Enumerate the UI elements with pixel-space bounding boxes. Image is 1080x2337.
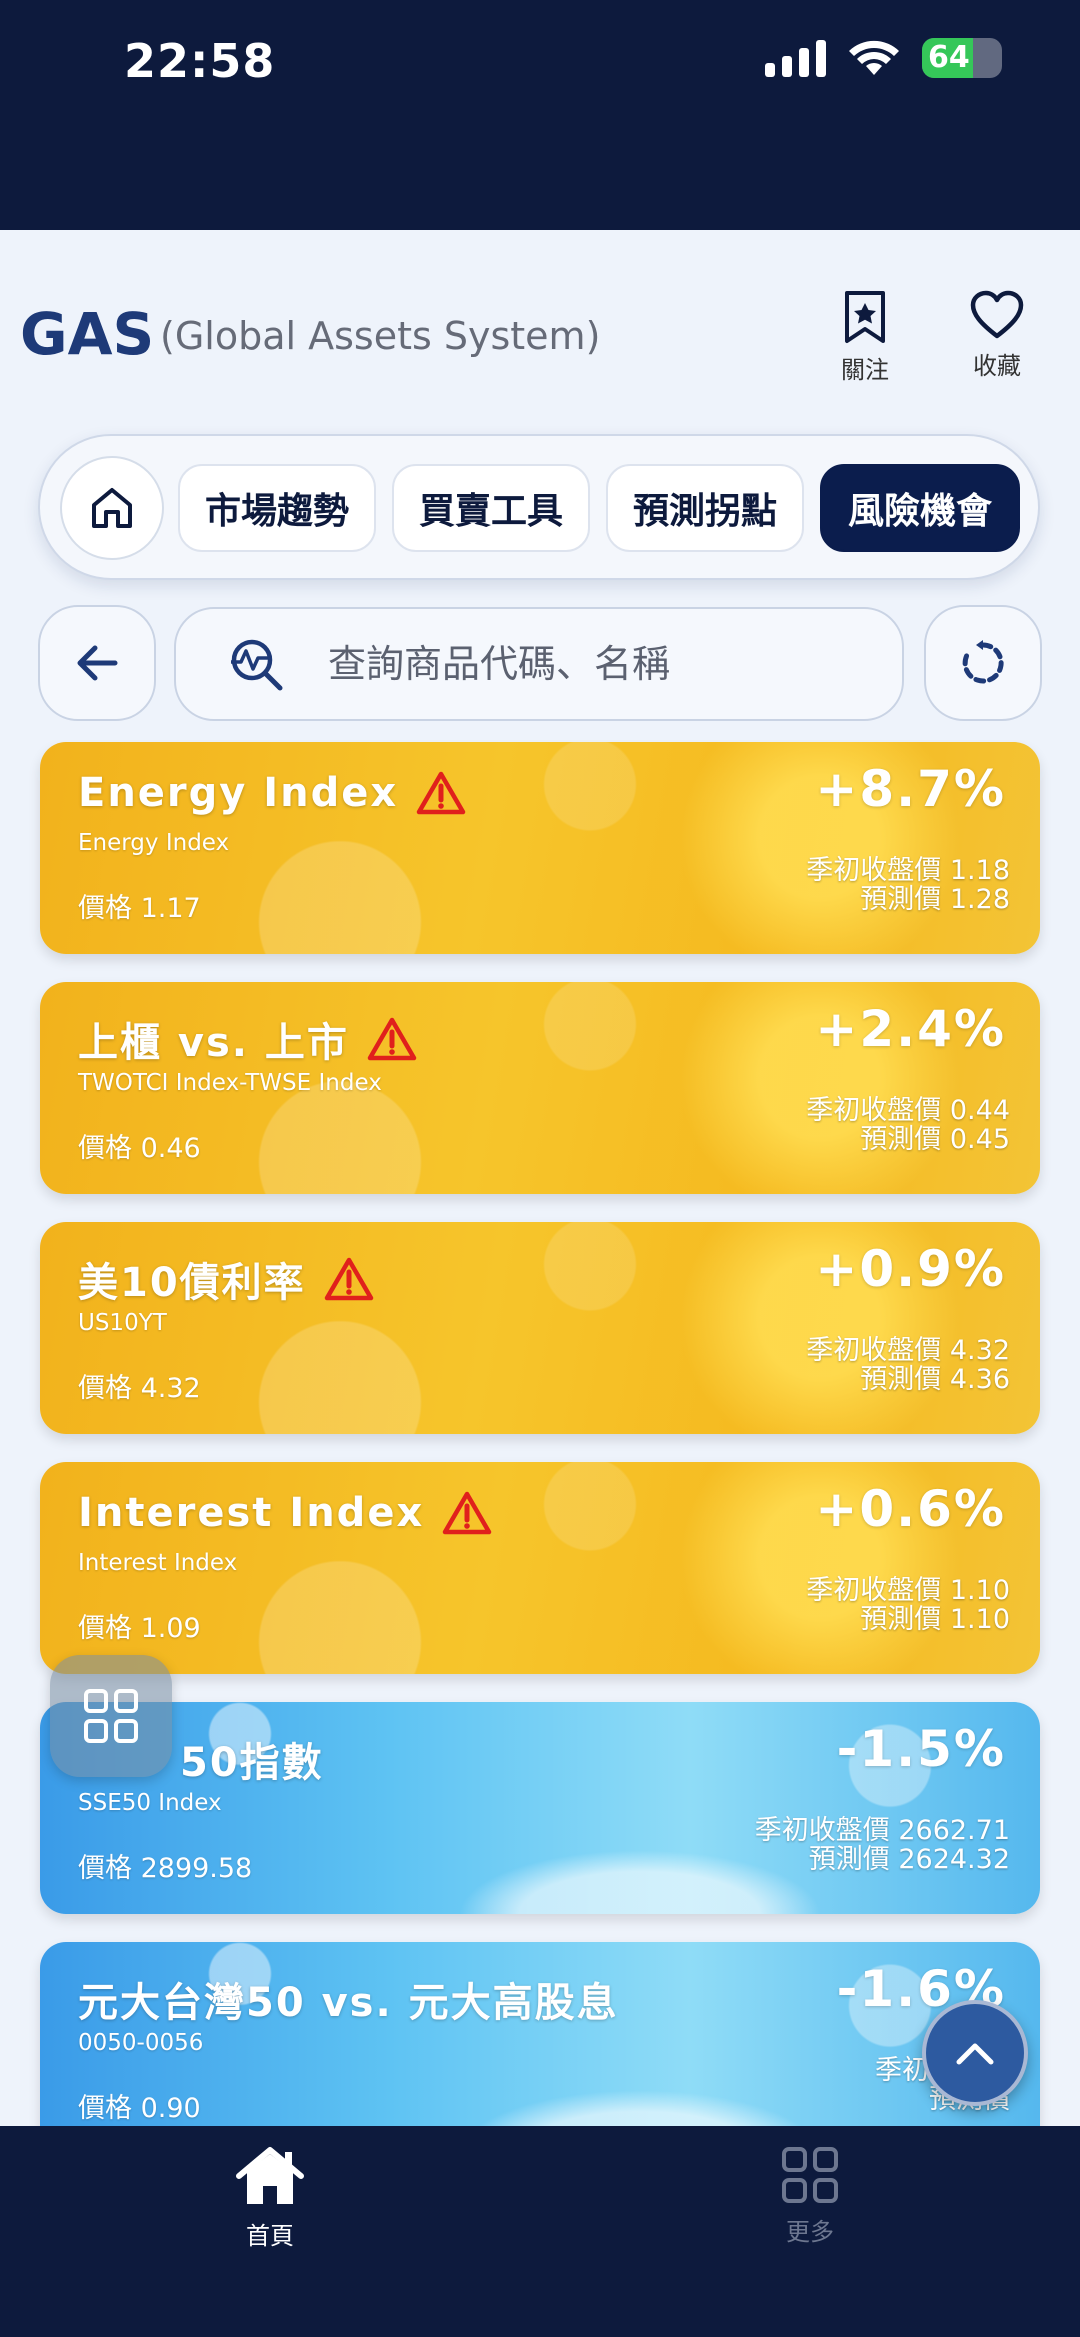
card-title: Interest Index bbox=[78, 1490, 425, 1536]
card-change: +0.9% bbox=[815, 1240, 1006, 1298]
card-code: 0050-0056 bbox=[78, 2030, 204, 2056]
card-season-close: 季初收盤價 2662.71 bbox=[754, 1815, 1010, 1846]
battery-icon: 64 bbox=[922, 38, 1002, 78]
refresh-icon bbox=[962, 640, 1004, 684]
follow-button[interactable]: 關注 bbox=[820, 290, 910, 385]
favorite-label: 收藏 bbox=[973, 352, 1021, 380]
nav-more-label: 更多 bbox=[786, 2218, 834, 2246]
status-time: 22:58 bbox=[124, 34, 276, 88]
card-forecast: 預測價 0.45 bbox=[860, 1124, 1010, 1155]
card-title-row: 元大台灣50 vs. 元大高股息 bbox=[78, 1970, 619, 2028]
card-code: Interest Index bbox=[78, 1550, 238, 1576]
card-season-close: 季初收盤價 4.32 bbox=[806, 1335, 1010, 1366]
card-title-row: 上櫃 vs. 上市 bbox=[78, 1010, 417, 1068]
card-code: US10YT bbox=[78, 1310, 167, 1336]
tab-home[interactable] bbox=[60, 456, 164, 560]
follow-label: 關注 bbox=[841, 356, 889, 384]
card-season-close: 季初收盤價 0.44 bbox=[806, 1095, 1010, 1126]
card-right-values: 季初收盤價 0.44 預測價 0.45 bbox=[806, 1096, 1010, 1154]
asset-card[interactable]: 上櫃 vs. 上市 TWOTCI Index-TWSE Index 價格 0.4… bbox=[40, 982, 1040, 1194]
search-chart-icon bbox=[231, 639, 283, 691]
warning-icon bbox=[367, 1017, 417, 1061]
card-forecast: 預測價 1.10 bbox=[860, 1604, 1010, 1635]
card-title-row: 美10債利率 bbox=[78, 1250, 374, 1308]
card-title: 美10債利率 bbox=[78, 1260, 306, 1306]
search-input[interactable] bbox=[328, 642, 828, 686]
card-title: 元大台灣50 vs. 元大高股息 bbox=[78, 1980, 619, 2026]
card-title: Energy Index bbox=[78, 770, 399, 816]
back-button[interactable] bbox=[38, 605, 156, 721]
bookmark-star-icon bbox=[845, 291, 885, 343]
back-arrow-icon bbox=[77, 645, 118, 681]
card-price: 價格 1.09 bbox=[78, 1613, 201, 1644]
signal-icon bbox=[765, 39, 826, 77]
category-tabbar: 市場趨勢 買賣工具 預測拐點 風險機會 bbox=[38, 434, 1040, 580]
nav-home-label: 首頁 bbox=[246, 2222, 294, 2250]
card-code: Energy Index bbox=[78, 830, 230, 856]
warning-icon bbox=[324, 1257, 373, 1301]
warning-icon bbox=[443, 1491, 492, 1535]
status-icons: 64 bbox=[765, 38, 1002, 78]
card-code: SSE50 Index bbox=[78, 1790, 222, 1816]
card-price: 價格 2899.58 bbox=[78, 1853, 253, 1884]
nav-more[interactable]: 更多 bbox=[740, 2146, 880, 2247]
card-price: 價格 0.90 bbox=[78, 2093, 201, 2124]
wifi-icon bbox=[849, 40, 899, 75]
card-change: +2.4% bbox=[815, 1000, 1006, 1058]
home-icon bbox=[92, 488, 132, 528]
card-title: 上櫃 vs. 上市 bbox=[78, 1020, 349, 1066]
asset-card[interactable]: 美10債利率 US10YT 價格 4.32 +0.9% 季初收盤價 4.32 預… bbox=[40, 1222, 1040, 1434]
battery-percent: 64 bbox=[928, 40, 970, 75]
card-title-row: Energy Index bbox=[78, 770, 466, 816]
card-title: 50指數 bbox=[180, 1740, 324, 1786]
card-title-row: Interest Index bbox=[78, 1490, 492, 1536]
card-right-values: 季初收盤價 1.10 預測價 1.10 bbox=[806, 1576, 1010, 1634]
card-right-values: 季初收盤價 1.18 預測價 1.28 bbox=[806, 856, 1010, 914]
home-icon bbox=[236, 2147, 304, 2204]
card-forecast: 預測價 2624.32 bbox=[808, 1844, 1010, 1875]
status-bar: 22:58 64 bbox=[0, 0, 1080, 230]
asset-card[interactable]: 50指數 SSE50 Index 價格 2899.58 -1.5% 季初收盤價 … bbox=[40, 1702, 1040, 1914]
asset-card[interactable]: 元大台灣50 vs. 元大高股息 0050-0056 價格 0.90 -1.6%… bbox=[40, 1942, 1040, 2126]
card-change: -1.5% bbox=[836, 1720, 1006, 1778]
grid-icon bbox=[782, 2147, 838, 2203]
app-header: GAS (Global Assets System) 關注 收藏 bbox=[0, 230, 1080, 420]
card-title-row: 50指數 bbox=[180, 1730, 324, 1788]
card-price: 價格 4.32 bbox=[78, 1373, 201, 1404]
asset-card-list: Energy Index Energy Index 價格 1.17 +8.7% … bbox=[0, 740, 1080, 2126]
grid-menu-button[interactable] bbox=[50, 1655, 172, 1777]
chevron-up-icon bbox=[956, 2043, 994, 2065]
card-forecast: 預測價 4.36 bbox=[860, 1364, 1010, 1395]
asset-card[interactable]: Energy Index Energy Index 價格 1.17 +8.7% … bbox=[40, 742, 1040, 954]
nav-home[interactable]: 首頁 bbox=[200, 2146, 340, 2251]
heart-icon bbox=[970, 290, 1024, 339]
warning-icon bbox=[416, 771, 466, 815]
asset-card[interactable]: Interest Index Interest Index 價格 1.09 +0… bbox=[40, 1462, 1040, 1674]
tab-market-trend[interactable]: 市場趨勢 bbox=[178, 464, 376, 552]
grid-icon bbox=[84, 1689, 138, 1743]
card-season-close: 季初收盤價 1.18 bbox=[806, 855, 1010, 886]
card-change: +8.7% bbox=[815, 760, 1006, 818]
card-right-values: 季初收盤價 4.32 預測價 4.36 bbox=[806, 1336, 1010, 1394]
app-subtitle: (Global Assets System) bbox=[160, 314, 601, 358]
card-right-values: 季初收盤價 2662.71 預測價 2624.32 bbox=[755, 1816, 1010, 1874]
card-price: 價格 1.17 bbox=[78, 893, 201, 924]
refresh-button[interactable] bbox=[924, 605, 1042, 721]
card-code: TWOTCI Index-TWSE Index bbox=[78, 1070, 382, 1096]
favorite-button[interactable]: 收藏 bbox=[952, 290, 1042, 381]
tab-forecast-turning-point[interactable]: 預測拐點 bbox=[606, 464, 804, 552]
search-box[interactable] bbox=[174, 607, 904, 721]
app-logo: GAS bbox=[20, 300, 155, 368]
card-price: 價格 0.46 bbox=[78, 1133, 201, 1164]
tab-trading-tools[interactable]: 買賣工具 bbox=[392, 464, 590, 552]
search-row bbox=[0, 605, 1080, 725]
card-forecast: 預測價 1.28 bbox=[860, 884, 1010, 915]
bottom-nav: 首頁 更多 bbox=[0, 2126, 1080, 2337]
tab-risk-opportunity[interactable]: 風險機會 bbox=[820, 464, 1020, 552]
card-change: +0.6% bbox=[815, 1480, 1006, 1538]
card-season-close: 季初收盤價 1.10 bbox=[806, 1575, 1010, 1606]
scroll-top-button[interactable] bbox=[922, 2000, 1028, 2106]
